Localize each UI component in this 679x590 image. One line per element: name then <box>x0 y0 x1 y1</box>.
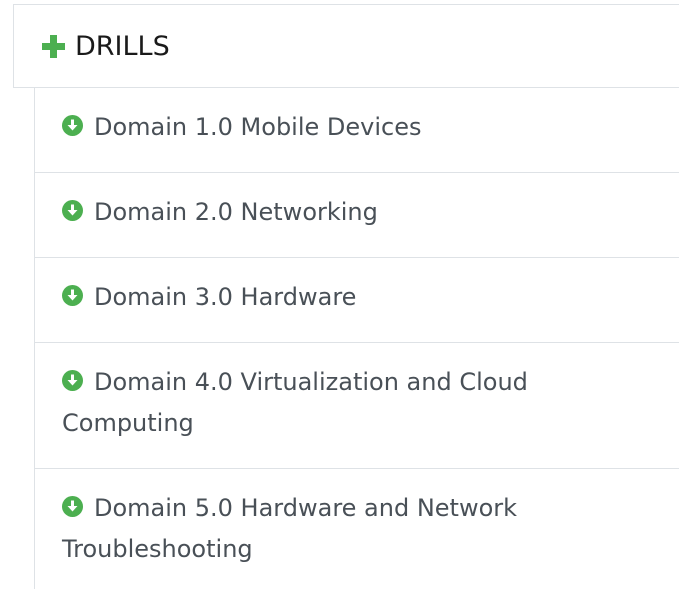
list-item-label: Domain 1.0 Mobile Devices <box>94 113 422 141</box>
plus-icon <box>41 34 66 59</box>
list-item-label: Domain 4.0 Virtualization and Cloud Comp… <box>62 368 528 437</box>
section-title: DRILLS <box>75 30 170 62</box>
list-item-domain-3[interactable]: Domain 3.0 Hardware <box>35 258 679 343</box>
drills-section-header[interactable]: DRILLS <box>13 4 679 88</box>
circle-arrow-down-icon <box>62 363 83 391</box>
circle-arrow-down-icon <box>62 193 83 221</box>
list-item-label: Domain 5.0 Hardware and Network Troubles… <box>62 494 518 563</box>
circle-arrow-down-icon <box>62 489 83 517</box>
list-item-domain-5[interactable]: Domain 5.0 Hardware and Network Troubles… <box>35 469 679 589</box>
list-item-domain-1[interactable]: Domain 1.0 Mobile Devices <box>35 88 679 173</box>
drills-list: Domain 1.0 Mobile Devices Domain 2.0 Net… <box>34 88 679 589</box>
list-item-domain-4[interactable]: Domain 4.0 Virtualization and Cloud Comp… <box>35 343 679 469</box>
list-item-label: Domain 2.0 Networking <box>94 198 378 226</box>
circle-arrow-down-icon <box>62 278 83 306</box>
list-item-domain-2[interactable]: Domain 2.0 Networking <box>35 173 679 258</box>
circle-arrow-down-icon <box>62 108 83 136</box>
list-item-label: Domain 3.0 Hardware <box>94 283 357 311</box>
